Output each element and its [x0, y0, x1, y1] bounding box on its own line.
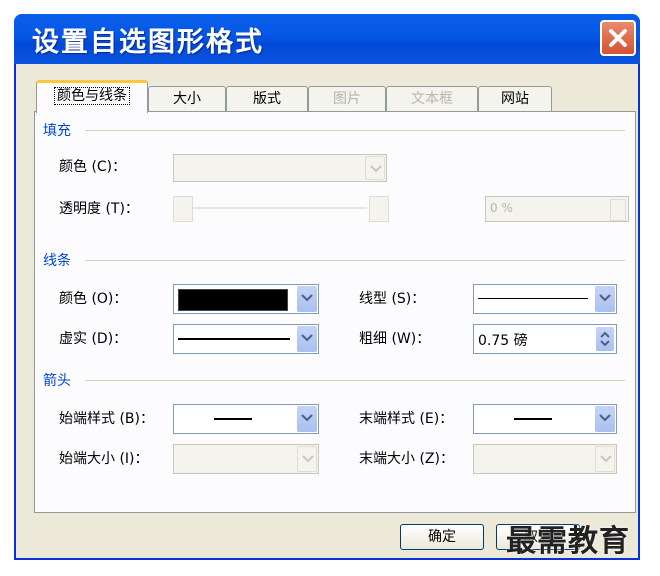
line-style-sample [478, 298, 588, 299]
transparency-value: 0 % [490, 201, 513, 215]
format-autoshape-dialog: 设置自选图形格式 颜色与线条 大小 版式 图片 文本框 网站 填充 颜色 (C)… [14, 14, 640, 560]
end-size-select [473, 444, 617, 474]
chevron-down-icon [595, 406, 615, 432]
spinner-arrows-icon[interactable] [596, 327, 614, 351]
solid-line-sample [178, 338, 290, 340]
scroll-right-icon [369, 196, 389, 222]
close-button[interactable] [600, 20, 636, 56]
chevron-down-icon [595, 286, 615, 312]
transparency-spinner: 0 % [485, 196, 629, 222]
chevron-down-icon [297, 326, 317, 352]
begin-style-sample [214, 418, 252, 420]
dash-select[interactable] [173, 324, 319, 354]
begin-style-label: 始端样式 (B)： [59, 411, 154, 427]
begin-size-label: 始端大小 (I)： [59, 451, 149, 467]
line-color-swatch [178, 289, 288, 311]
line-divider [85, 260, 625, 261]
fill-color-label: 颜色 (C)： [59, 159, 127, 175]
title-bar[interactable]: 设置自选图形格式 [14, 14, 640, 64]
dialog-title: 设置自选图形格式 [32, 27, 264, 58]
tab-picture: 图片 [308, 86, 386, 112]
chevron-down-icon [595, 446, 615, 472]
chevron-down-icon [297, 406, 317, 432]
scroll-left-icon [173, 196, 193, 222]
end-style-select[interactable] [473, 404, 617, 434]
tab-website[interactable]: 网站 [478, 86, 552, 112]
close-icon [609, 29, 627, 47]
tab-layout[interactable]: 版式 [226, 86, 308, 112]
arrows-divider [85, 380, 625, 381]
line-weight-spinner[interactable]: 0.75 磅 [473, 324, 617, 354]
tab-panel: 填充 颜色 (C)： 透明度 (T)： 0 % 线条 颜色 (O)： 虚实 (D… [34, 111, 636, 513]
transparency-slider [173, 196, 389, 222]
line-style-select[interactable] [473, 284, 617, 314]
line-color-label: 颜色 (O)： [59, 291, 128, 307]
spinner-arrows-icon [610, 199, 626, 221]
tab-textbox: 文本框 [386, 86, 478, 112]
ok-button[interactable]: 确定 [400, 524, 484, 550]
line-section-title: 线条 [43, 253, 71, 269]
begin-style-select[interactable] [173, 404, 319, 434]
begin-size-select [173, 444, 319, 474]
end-style-label: 末端样式 (E)： [359, 411, 454, 427]
line-color-select[interactable] [173, 284, 319, 314]
tab-size[interactable]: 大小 [148, 86, 226, 112]
arrows-section-title: 箭头 [43, 373, 71, 389]
tab-colors-and-lines[interactable]: 颜色与线条 [36, 80, 148, 113]
watermark: 最需教育 [506, 524, 630, 559]
chevron-down-icon [365, 156, 385, 180]
line-weight-value: 0.75 磅 [478, 333, 528, 349]
transparency-label: 透明度 (T)： [59, 201, 139, 217]
fill-color-select [173, 154, 387, 182]
end-style-sample [514, 418, 552, 420]
chevron-down-icon [297, 446, 317, 472]
chevron-down-icon [297, 286, 317, 312]
fill-divider [85, 130, 625, 131]
line-weight-label: 粗细 (W)： [359, 331, 431, 347]
end-size-label: 末端大小 (Z)： [359, 451, 454, 467]
dash-label: 虚实 (D)： [59, 331, 128, 347]
fill-section-title: 填充 [43, 123, 71, 139]
line-style-label: 线型 (S)： [359, 291, 426, 307]
